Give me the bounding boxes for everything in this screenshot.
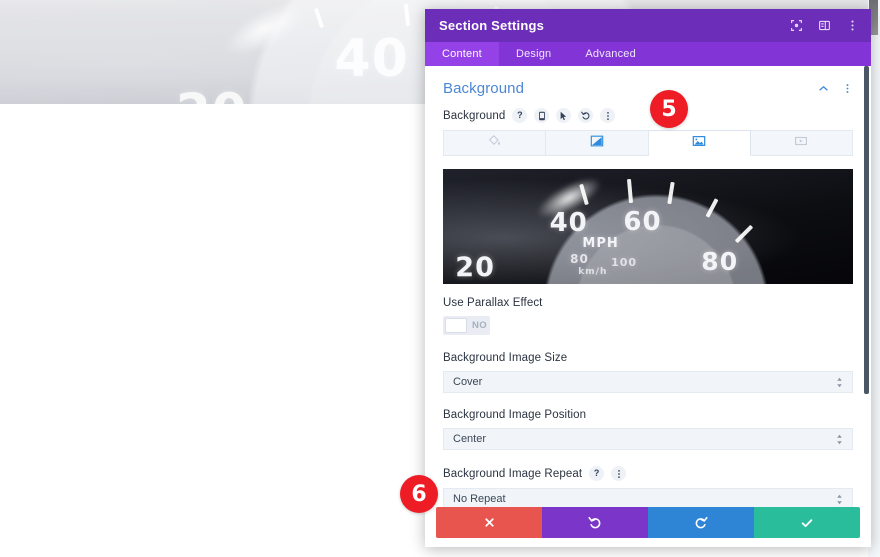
close-icon bbox=[483, 516, 496, 529]
section-header-icons bbox=[818, 83, 853, 94]
background-image-repeat-value: No Repeat bbox=[453, 493, 506, 505]
use-parallax-effect-label: Use Parallax Effect bbox=[443, 297, 543, 309]
speedo-label-40: 40 bbox=[549, 208, 588, 239]
use-parallax-label-row: Use Parallax Effect bbox=[443, 297, 853, 309]
undo-icon bbox=[588, 516, 602, 530]
video-icon bbox=[794, 134, 808, 153]
speedo-label-kmh: km/h bbox=[578, 266, 608, 277]
background-image-repeat-select[interactable]: No Repeat bbox=[443, 488, 853, 507]
layout-panel-icon[interactable] bbox=[817, 19, 831, 33]
background-image-repeat-label-row: Background Image Repeat ? bbox=[443, 466, 853, 481]
background-video-tab[interactable] bbox=[750, 130, 853, 156]
toggle-value: NO bbox=[472, 320, 488, 331]
background-image-preview[interactable]: 40 MPH 60 20 80 80 100 km/h bbox=[443, 169, 853, 284]
background-image-size-label: Background Image Size bbox=[443, 352, 568, 364]
hover-cursor-icon[interactable] bbox=[556, 108, 572, 123]
modal-header: Section Settings bbox=[425, 9, 871, 42]
speedo-label-80: 80 bbox=[701, 247, 739, 277]
speedo-label-kmh-100: 100 bbox=[611, 256, 638, 270]
stepper-arrows-icon bbox=[836, 434, 843, 445]
focus-icon[interactable] bbox=[789, 19, 803, 33]
modal-header-icons bbox=[789, 19, 859, 33]
background-image-position-label-row: Background Image Position bbox=[443, 409, 853, 421]
paint-bucket-icon bbox=[488, 134, 501, 152]
speedo-label-20: 20 bbox=[455, 251, 495, 283]
background-image-size-select[interactable]: Cover bbox=[443, 371, 853, 393]
section-settings-modal: Section Settings Content Design Advanced… bbox=[425, 9, 871, 547]
stepper-arrows-icon bbox=[836, 494, 843, 505]
background-color-tab[interactable] bbox=[443, 130, 547, 156]
modal-tabs: Content Design Advanced bbox=[425, 42, 871, 66]
more-vertical-icon[interactable] bbox=[845, 19, 859, 33]
tab-content[interactable]: Content bbox=[425, 42, 499, 66]
background-image-size-value: Cover bbox=[453, 376, 483, 388]
reset-icon[interactable] bbox=[578, 108, 594, 123]
background-image-position-select[interactable]: Center bbox=[443, 428, 853, 450]
help-icon[interactable]: ? bbox=[589, 466, 605, 481]
check-icon bbox=[800, 516, 814, 530]
step-badge-6: 6 bbox=[400, 475, 438, 513]
modal-body: Background Background ? 40 MPH 60 20 80 … bbox=[425, 66, 871, 507]
background-image-size-label-row: Background Image Size bbox=[443, 352, 853, 364]
background-image-position-label: Background Image Position bbox=[443, 409, 587, 421]
modal-footer bbox=[436, 507, 860, 538]
settings-scroll-area: Background Background ? 40 MPH 60 20 80 … bbox=[425, 66, 871, 507]
modal-title: Section Settings bbox=[439, 18, 545, 33]
speedo-label-60: 60 bbox=[623, 206, 662, 237]
responsive-icon[interactable] bbox=[534, 108, 550, 123]
background-image-repeat-label: Background Image Repeat bbox=[443, 467, 583, 480]
tab-advanced[interactable]: Advanced bbox=[568, 42, 653, 66]
more-vertical-icon[interactable] bbox=[842, 83, 853, 94]
image-icon bbox=[692, 134, 706, 153]
redo-button[interactable] bbox=[648, 507, 754, 538]
gradient-icon bbox=[590, 134, 604, 153]
background-section-header[interactable]: Background bbox=[443, 66, 853, 108]
background-type-tabs bbox=[443, 130, 853, 156]
settings-scrollbar-thumb[interactable] bbox=[864, 66, 869, 394]
stepper-arrows-icon bbox=[836, 377, 843, 388]
section-title: Background bbox=[443, 80, 525, 97]
background-image-position-value: Center bbox=[453, 433, 487, 445]
save-button[interactable] bbox=[754, 507, 860, 538]
speedometer-artwork-preview: 40 MPH 60 20 80 80 100 km/h bbox=[443, 169, 853, 284]
background-field-label: Background bbox=[443, 109, 506, 122]
tab-design[interactable]: Design bbox=[499, 42, 568, 66]
chevron-up-icon[interactable] bbox=[818, 83, 829, 94]
toggle-knob bbox=[445, 318, 467, 333]
speedo-label-kmh-80: 80 bbox=[570, 251, 589, 266]
help-icon[interactable]: ? bbox=[512, 108, 528, 123]
use-parallax-effect-toggle[interactable]: NO bbox=[443, 316, 490, 335]
more-vertical-icon[interactable] bbox=[600, 108, 616, 123]
more-vertical-icon[interactable] bbox=[611, 466, 627, 481]
speedo-label-mph: MPH bbox=[582, 235, 619, 251]
cancel-button[interactable] bbox=[436, 507, 542, 538]
undo-button[interactable] bbox=[542, 507, 648, 538]
step-badge-5: 5 bbox=[650, 90, 688, 128]
background-image-tab[interactable] bbox=[648, 130, 751, 156]
redo-icon bbox=[694, 516, 708, 530]
background-field-label-row: Background ? bbox=[443, 108, 853, 123]
background-gradient-tab[interactable] bbox=[546, 130, 649, 156]
